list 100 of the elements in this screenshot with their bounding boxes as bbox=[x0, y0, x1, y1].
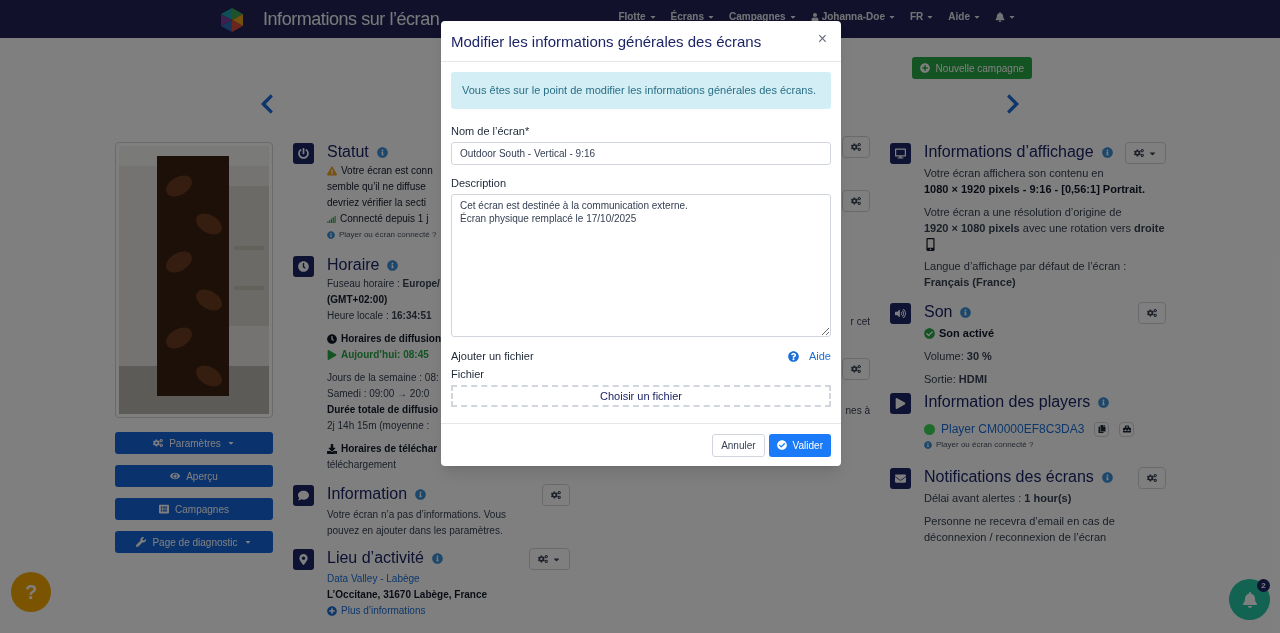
section-title: Informations d’affichage bbox=[924, 142, 1094, 162]
info-text: devriez vérifier la secti bbox=[327, 197, 426, 208]
settings-button[interactable] bbox=[842, 358, 870, 380]
check-icon bbox=[776, 440, 787, 450]
info-icon bbox=[1098, 396, 1110, 408]
submit-button[interactable]: Valider bbox=[768, 433, 831, 457]
info-text: Fuseau horaire : Europe/ bbox=[327, 278, 440, 289]
gears-icon bbox=[851, 364, 861, 374]
notifications-menu[interactable] bbox=[995, 11, 1016, 22]
info-text: Délai avant alertes : 1 hour(s) bbox=[924, 492, 1072, 504]
wrench-icon bbox=[136, 537, 147, 547]
info-icon bbox=[1101, 471, 1113, 483]
info-text: Votre écran a une résolution d’origine de bbox=[924, 206, 1122, 218]
name-input[interactable]: Outdoor South - Vertical - 9:16 bbox=[451, 142, 831, 165]
info-text: Volume: 30 % bbox=[924, 350, 992, 362]
location-link[interactable]: Data Valley - Labège bbox=[327, 573, 420, 584]
more-info-link[interactable]: Plus d’informations bbox=[341, 603, 426, 619]
gears-icon bbox=[1147, 308, 1157, 318]
section-title: Statut bbox=[327, 142, 369, 162]
caret-icon bbox=[226, 439, 235, 447]
info-icon bbox=[387, 259, 399, 271]
settings-button[interactable] bbox=[542, 484, 570, 506]
info-icon bbox=[960, 306, 972, 318]
info-text: Votre écran affichera son contenu en bbox=[924, 167, 1104, 179]
field-label: Nom de l’écran* bbox=[451, 124, 531, 139]
info-text: Votre écran n’a pas d’informations. Vous bbox=[327, 509, 506, 520]
info-text: pouvez en ajouter dans les paramètres. bbox=[327, 525, 503, 536]
copy-button[interactable] bbox=[1094, 421, 1110, 437]
section-title: Son bbox=[924, 302, 953, 322]
description-textarea[interactable]: Cet écran est destinée à la communication externe. Écran physique remplacé le 17/10/2025 bbox=[451, 194, 831, 337]
new-campaign-button[interactable]: Nouvelle campagne bbox=[911, 57, 1032, 79]
plus-icon bbox=[919, 63, 930, 73]
notifications-button[interactable] bbox=[1229, 579, 1270, 620]
info-text: Samedi : 09:00 → 20:0 bbox=[327, 388, 430, 399]
side-button[interactable]: Campagnes bbox=[115, 498, 273, 520]
monitor-icon bbox=[890, 143, 911, 164]
info-text: nes à bbox=[845, 404, 870, 418]
info-text: Langue d’affichage par défaut de l’écran : Français (France) bbox=[924, 260, 1127, 288]
info-text: semble qu’il ne diffuse bbox=[327, 181, 426, 192]
cancel-button[interactable]: Annuler bbox=[712, 433, 765, 457]
bell-icon bbox=[995, 11, 1005, 22]
info-text: r cet bbox=[850, 315, 870, 329]
nav-menu[interactable]: Écrans bbox=[670, 9, 715, 24]
gears-icon bbox=[153, 438, 164, 448]
caret-icon bbox=[243, 538, 252, 546]
info-icon bbox=[327, 231, 335, 239]
settings-button[interactable] bbox=[842, 190, 870, 212]
info-text: Jours de la semaine : 08: bbox=[327, 372, 439, 383]
plus-icon bbox=[327, 606, 337, 616]
info-text: Personne ne recevra d’email en cas de déconnexion / reconnexion de l’écran bbox=[924, 515, 1115, 543]
section-title: Horaire bbox=[327, 255, 380, 275]
field-label: Description bbox=[451, 176, 508, 191]
power-icon bbox=[293, 143, 314, 164]
info-text: Connecté depuis 1 j bbox=[340, 212, 429, 226]
settings-button[interactable] bbox=[1138, 467, 1166, 489]
info-icon bbox=[924, 441, 932, 449]
gears-icon bbox=[851, 142, 861, 152]
eye-icon bbox=[170, 471, 181, 481]
info-text: Horaires de téléchar bbox=[341, 442, 438, 456]
settings-button[interactable] bbox=[1138, 302, 1166, 324]
check-icon bbox=[924, 327, 935, 339]
gears-icon bbox=[538, 554, 548, 564]
user-icon bbox=[810, 12, 819, 21]
signal-icon bbox=[327, 214, 336, 224]
help-link[interactable]: Aide bbox=[808, 348, 831, 365]
close-button[interactable]: × bbox=[817, 31, 827, 47]
info-icon bbox=[415, 488, 427, 500]
section-title: Information des players bbox=[924, 392, 1091, 412]
section-title: Notifications des écrans bbox=[924, 467, 1094, 487]
section-title: Information bbox=[327, 484, 408, 504]
gears-icon bbox=[1147, 473, 1157, 483]
side-button[interactable]: Aperçu bbox=[115, 465, 273, 487]
field-label: Ajouter un fichier bbox=[451, 349, 534, 364]
speech-bubble-icon bbox=[293, 485, 314, 506]
side-button[interactable]: Page de diagnostic bbox=[115, 531, 273, 553]
info-text: téléchargement bbox=[327, 459, 396, 470]
info-text: Durée totale de diffusio bbox=[327, 404, 439, 415]
info-text: 2j 14h 15m (moyenne : bbox=[327, 420, 430, 431]
settings-button[interactable] bbox=[842, 136, 870, 158]
nav-menu[interactable]: Aide bbox=[948, 9, 981, 24]
modal-title: Modifier les informations générales des écrans bbox=[451, 32, 762, 52]
hint-text: Player ou écran connecté ? bbox=[339, 229, 437, 241]
nav-menu[interactable]: Campagnes bbox=[728, 9, 797, 24]
info-text: 1080 × 1920 pixels - 9:16 - [0,56:1] Portrait. bbox=[924, 183, 1146, 195]
info-text: 1920 × 1080 pixels avec une rotation vers droite bbox=[924, 222, 1165, 234]
info-text: Heure locale : 16:34:51 bbox=[327, 310, 432, 321]
toolbox-button[interactable] bbox=[1119, 421, 1135, 437]
clock-icon bbox=[293, 256, 314, 277]
info-text: L’Occitane, 31670 Labège, France bbox=[327, 589, 488, 600]
play-icon bbox=[890, 393, 911, 414]
list-icon bbox=[159, 504, 170, 514]
player-link[interactable]: Player CM0000EF8C3DA3 bbox=[941, 421, 1085, 437]
side-button[interactable]: Paramètres bbox=[115, 432, 273, 454]
section-title: Lieu d’activité bbox=[327, 548, 424, 568]
settings-dropdown-button[interactable] bbox=[529, 548, 570, 570]
file-dropzone[interactable]: Choisir un fichier bbox=[451, 385, 831, 407]
nav-menu[interactable]: FR bbox=[910, 9, 935, 24]
settings-dropdown-button[interactable] bbox=[1125, 142, 1166, 164]
gears-icon bbox=[1134, 148, 1144, 158]
nav-menu[interactable]: Flotte bbox=[618, 9, 657, 24]
